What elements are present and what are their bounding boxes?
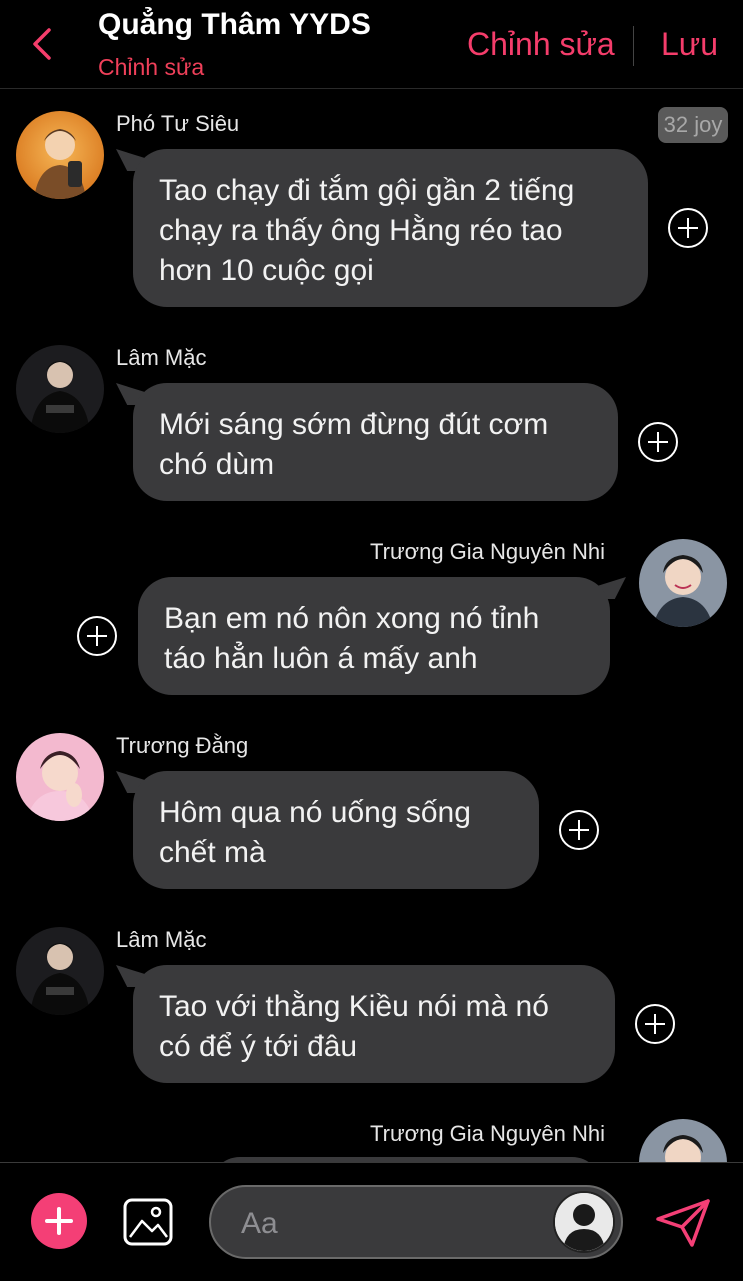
joy-badge: 32 joy: [658, 107, 728, 143]
sender-name: Trương Gia Nguyên Nhi: [370, 539, 605, 564]
avatar-image: [16, 345, 104, 433]
edit-button[interactable]: Chỉnh sửa: [467, 26, 615, 63]
message-line: Hôm qua nó uống sống: [159, 796, 471, 829]
header-divider: [633, 26, 634, 66]
plus-icon: [45, 1207, 73, 1235]
message-bubble[interactable]: Hôm qua nó uống sống chết mà: [133, 771, 539, 889]
sender-name: Lâm Mặc: [116, 927, 207, 952]
person-icon: [555, 1193, 613, 1251]
message-bubble[interactable]: Mới sáng sớm đừng đút cơm chó dùm: [133, 383, 618, 501]
add-reaction-button[interactable]: [637, 421, 679, 463]
chat-header: Quẳng Thâm YYDS Chỉnh sửa Chỉnh sửa Lưu: [0, 0, 743, 89]
avatar[interactable]: [639, 539, 727, 627]
chevron-left-icon: [33, 28, 51, 60]
avatar[interactable]: [16, 345, 104, 433]
sender-name: Lâm Mặc: [116, 345, 207, 370]
message-line: táo hẳn luôn á mấy anh: [164, 642, 478, 675]
add-button[interactable]: [31, 1193, 87, 1249]
chat-subtitle[interactable]: Chỉnh sửa: [98, 54, 204, 81]
avatar-image: [16, 733, 104, 821]
composer-bar: [0, 1162, 743, 1281]
avatar-image: [639, 539, 727, 627]
sender-name: Trương Gia Nguyên Nhi: [370, 1121, 605, 1146]
message-input-box[interactable]: [209, 1185, 623, 1259]
message-line: Tao chạy đi tắm gội gần 2 tiếng: [159, 174, 575, 207]
avatar[interactable]: [16, 111, 104, 199]
back-button[interactable]: [22, 22, 62, 66]
message-line: chó dùm: [159, 448, 275, 481]
message-bubble[interactable]: Bạn em nó nôn xong nó tỉnh táo hẳn luôn …: [138, 577, 610, 695]
avatar-image: [16, 111, 104, 199]
add-reaction-button[interactable]: [558, 809, 600, 851]
message-line: có để ý tới đâu: [159, 1030, 358, 1063]
message-input[interactable]: [239, 1201, 543, 1247]
message-line: hơn 10 cuộc gọi: [159, 254, 374, 287]
add-reaction-button[interactable]: [76, 615, 118, 657]
message-line: Mới sáng sớm đừng đút cơm: [159, 408, 549, 441]
avatar-image: [639, 1119, 727, 1162]
message-list[interactable]: 32 joy Phó Tư Siêu Tao chạy đi tắm gội g…: [0, 89, 743, 1162]
avatar-image: [16, 927, 104, 1015]
message-line: Tao với thằng Kiều nói mà nó: [159, 990, 549, 1023]
image-icon[interactable]: [122, 1197, 174, 1247]
avatar[interactable]: [16, 927, 104, 1015]
profile-avatar-icon[interactable]: [553, 1191, 615, 1253]
message-bubble[interactable]: Tao chạy đi tắm gội gần 2 tiếng chạy ra …: [133, 149, 648, 307]
avatar[interactable]: [16, 733, 104, 821]
chat-title: Quẳng Thâm YYDS: [98, 8, 371, 41]
add-reaction-button[interactable]: [667, 207, 709, 249]
send-icon[interactable]: [654, 1197, 712, 1249]
message-bubble[interactable]: Tao với thằng Kiều nói mà nó có để ý tới…: [133, 965, 615, 1083]
save-button[interactable]: Lưu: [661, 26, 718, 63]
avatar[interactable]: [639, 1119, 727, 1162]
message-line: chạy ra thấy ông Hằng réo tao: [159, 214, 563, 247]
sender-name: Trương Đằng: [116, 733, 249, 758]
add-reaction-button[interactable]: [634, 1003, 676, 1045]
sender-name: Phó Tư Siêu: [116, 111, 240, 136]
message-line: chết mà: [159, 836, 266, 869]
message-line: Bạn em nó nôn xong nó tỉnh: [164, 602, 540, 635]
